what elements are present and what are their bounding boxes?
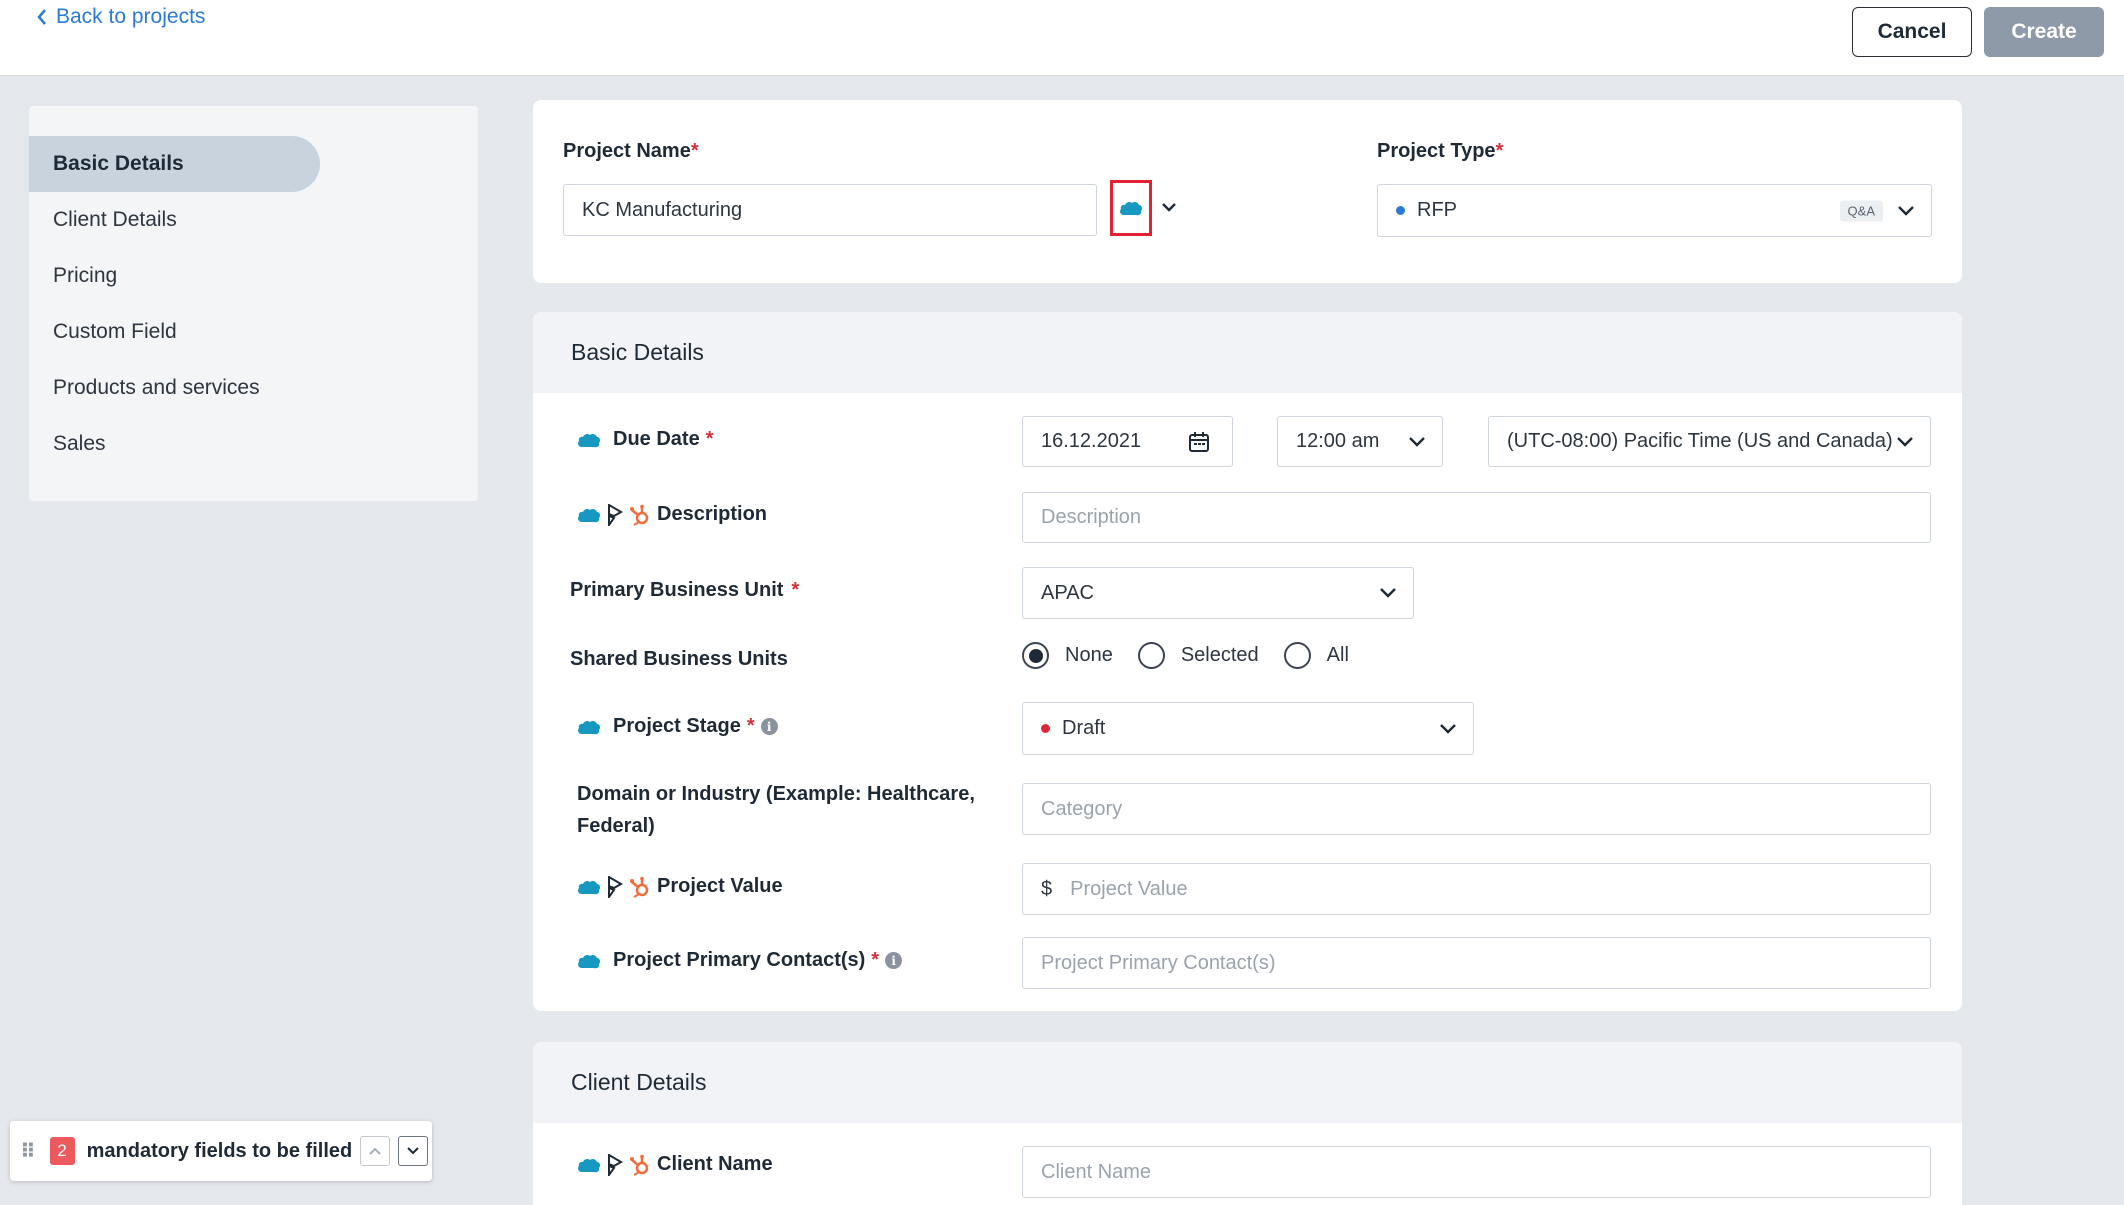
timezone-select[interactable]: (UTC-08:00) Pacific Time (US and Canada) xyxy=(1488,416,1931,467)
due-time-select[interactable]: 12:00 am xyxy=(1277,416,1443,467)
client-details-card: Client Details Client Name Client Name xyxy=(533,1042,1962,1205)
type-dot xyxy=(1396,206,1405,215)
next-field-button[interactable] xyxy=(398,1136,429,1166)
project-stage-select[interactable]: Draft xyxy=(1022,702,1474,755)
cancel-button[interactable]: Cancel xyxy=(1852,7,1972,57)
project-value-label: Project Value xyxy=(577,875,783,898)
project-type-label: Project Type* xyxy=(1377,140,1504,162)
info-icon[interactable]: i xyxy=(885,952,903,969)
back-link-label: Back to projects xyxy=(56,5,206,28)
hubspot-icon xyxy=(630,1154,649,1176)
hubspot-icon xyxy=(630,504,649,526)
top-bar: Back to projects Cancel Create xyxy=(0,0,2124,76)
nav-item-sales[interactable]: Sales xyxy=(29,416,478,472)
mandatory-fields-widget: ⠿ 2 mandatory fields to be filled xyxy=(10,1121,432,1181)
chevron-up-icon xyxy=(369,1147,381,1155)
dynamics-icon xyxy=(608,1153,623,1176)
due-date-input[interactable]: 16.12.2021 xyxy=(1022,416,1233,467)
project-primary-contact-input[interactable]: Project Primary Contact(s) xyxy=(1022,937,1931,989)
dynamics-icon xyxy=(608,503,623,526)
project-type-select[interactable]: RFP Q&A xyxy=(1377,184,1932,237)
basic-details-heading: Basic Details xyxy=(533,312,1962,393)
salesforce-icon xyxy=(578,954,601,968)
calendar-icon[interactable] xyxy=(1188,431,1210,453)
radio-option-selected[interactable]: Selected xyxy=(1137,642,1259,669)
salesforce-sync-button[interactable] xyxy=(1110,180,1152,236)
chevron-down-icon xyxy=(407,1147,419,1155)
salesforce-icon xyxy=(578,1158,601,1172)
project-primary-contact-label: Project Primary Contact(s) * i xyxy=(577,949,903,972)
dynamics-icon xyxy=(608,875,623,898)
chevron-left-icon xyxy=(37,9,46,25)
nav-item-pricing[interactable]: Pricing xyxy=(29,248,478,304)
nav-item-custom-field[interactable]: Custom Field xyxy=(29,304,478,360)
project-name-label: Project Name* xyxy=(563,140,699,162)
chevron-down-icon xyxy=(1409,436,1425,447)
project-stage-label: Project Stage * i xyxy=(577,715,778,738)
shared-business-units-label: Shared Business Units xyxy=(570,648,788,670)
info-icon[interactable]: i xyxy=(760,718,778,735)
due-date-label: Due Date * xyxy=(577,428,714,451)
project-header-card: Project Name* KC Manufacturing Project T… xyxy=(533,100,1962,283)
radio-option-all[interactable]: All xyxy=(1283,642,1349,669)
primary-business-unit-select[interactable]: APAC xyxy=(1022,567,1414,619)
shared-business-units-radio-group: None Selected All xyxy=(1022,642,1374,669)
client-details-heading: Client Details xyxy=(533,1042,1962,1123)
currency-symbol: $ xyxy=(1041,877,1053,900)
hubspot-icon xyxy=(630,876,649,898)
section-nav: Basic Details Client Details Pricing Cus… xyxy=(29,106,478,501)
nav-item-client-details[interactable]: Client Details xyxy=(29,192,478,248)
domain-industry-label: Domain or Industry (Example: Healthcare,… xyxy=(577,783,975,837)
project-name-input[interactable]: KC Manufacturing xyxy=(563,184,1097,236)
radio-button[interactable] xyxy=(1137,642,1165,669)
stage-status-dot xyxy=(1041,724,1050,733)
qa-badge: Q&A xyxy=(1839,200,1883,221)
back-to-projects-link[interactable]: Back to projects xyxy=(36,5,205,29)
mandatory-count-badge: 2 xyxy=(49,1137,75,1165)
chevron-down-icon xyxy=(1440,723,1456,734)
drag-handle-icon[interactable]: ⠿ xyxy=(20,1139,36,1164)
radio-button[interactable] xyxy=(1283,642,1311,669)
chevron-down-icon xyxy=(1897,436,1913,447)
client-name-input[interactable]: Client Name xyxy=(1022,1146,1931,1198)
salesforce-icon xyxy=(578,433,601,447)
chevron-down-icon xyxy=(1898,205,1914,216)
client-name-label: Client Name xyxy=(577,1153,773,1176)
primary-business-unit-label: Primary Business Unit * xyxy=(570,579,800,601)
description-input[interactable]: Description xyxy=(1022,492,1931,543)
nav-item-basic-details[interactable]: Basic Details xyxy=(29,136,320,192)
radio-button[interactable] xyxy=(1022,642,1049,669)
salesforce-icon xyxy=(578,880,601,894)
basic-details-card: Basic Details Due Date * 16.12.2021 12:00… xyxy=(533,312,1962,1011)
chevron-down-icon[interactable] xyxy=(1161,201,1177,213)
radio-option-none[interactable]: None xyxy=(1022,642,1113,669)
salesforce-icon xyxy=(578,720,601,734)
domain-category-input[interactable]: Category xyxy=(1022,783,1931,835)
mandatory-fields-text: mandatory fields to be filled xyxy=(86,1139,353,1162)
salesforce-icon xyxy=(1120,201,1143,216)
previous-field-button[interactable] xyxy=(360,1136,391,1166)
salesforce-icon xyxy=(578,508,601,522)
chevron-down-icon xyxy=(1380,588,1396,598)
nav-item-products-services[interactable]: Products and services xyxy=(29,360,478,416)
create-button[interactable]: Create xyxy=(1984,7,2104,57)
project-value-input[interactable]: $ Project Value xyxy=(1022,863,1931,915)
description-label: Description xyxy=(577,503,767,526)
